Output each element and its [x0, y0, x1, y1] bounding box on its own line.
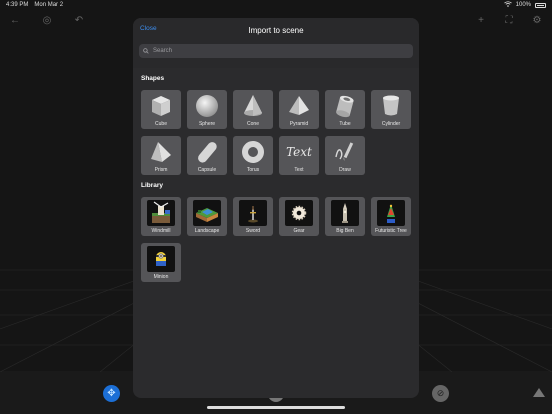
shape-tile-prism[interactable]: Prism	[141, 136, 181, 175]
slash-icon: ⊘	[436, 388, 445, 398]
tile-label: Landscape	[194, 228, 220, 234]
library-tile-futuristic-tree[interactable]: Futuristic Tree	[371, 197, 411, 236]
tile-label: Cylinder	[381, 121, 401, 127]
shape-tile-draw[interactable]: Draw	[325, 136, 365, 175]
text-icon: Text	[279, 136, 319, 167]
shape-tile-sphere[interactable]: Sphere	[187, 90, 227, 129]
modal-header: Close Import to scene Search	[133, 18, 419, 68]
add-icon[interactable]: +	[474, 13, 488, 27]
library-tile-gear[interactable]: Gear	[279, 197, 319, 236]
cube-icon	[141, 90, 181, 121]
shape-tile-torus[interactable]: Torus	[233, 136, 273, 175]
library-tile-landscape[interactable]: Landscape	[187, 197, 227, 236]
library-tile-windmill[interactable]: Windmill	[141, 197, 181, 236]
battery-percent: 100%	[515, 2, 531, 8]
search-placeholder: Search	[153, 48, 173, 54]
library-tile-minion[interactable]: Minion	[141, 243, 181, 282]
status-bar: 4:39 PM Mon Mar 2 100%	[0, 0, 552, 10]
tile-label: Torus	[246, 167, 260, 173]
play-up-icon[interactable]	[533, 388, 545, 397]
target-icon[interactable]: ◎	[40, 13, 54, 27]
tile-label: Prism	[154, 167, 168, 173]
tile-label: Pyramid	[289, 121, 309, 127]
search-icon	[143, 48, 149, 54]
text-art: Text	[286, 144, 312, 159]
battery-icon	[535, 2, 546, 8]
tile-label: Text	[294, 167, 304, 173]
prism-icon	[141, 136, 181, 167]
disable-button[interactable]: ⊘	[432, 385, 449, 402]
torus-icon	[233, 136, 273, 167]
back-arrow-icon[interactable]: ←	[8, 13, 22, 27]
shape-tile-text[interactable]: Text Text	[279, 136, 319, 175]
minion-icon	[147, 245, 175, 272]
shape-tile-pyramid[interactable]: Pyramid	[279, 90, 319, 129]
tile-label: Windmill	[151, 228, 171, 234]
cylinder-icon	[371, 90, 411, 121]
tile-label: Cube	[155, 121, 167, 127]
shape-tile-cylinder[interactable]: Cylinder	[371, 90, 411, 129]
draw-icon	[325, 136, 365, 167]
shapes-section-title: Shapes	[141, 75, 165, 82]
tile-label: Draw	[339, 167, 351, 173]
tile-label: Gear	[293, 228, 305, 234]
futuristic-tree-icon	[377, 199, 405, 226]
ar-frame-icon[interactable]: ⛶	[502, 13, 516, 27]
pyramid-icon	[279, 90, 319, 121]
move-tool-button[interactable]: ✥	[103, 385, 120, 402]
library-tile-sword[interactable]: Sword	[233, 197, 273, 236]
tile-label: Big Ben	[336, 228, 354, 234]
sphere-icon	[187, 90, 227, 121]
move-icon: ✥	[107, 388, 116, 399]
home-indicator	[207, 406, 345, 409]
tube-icon	[325, 90, 365, 121]
library-section-title: Library	[141, 182, 164, 189]
library-tile-big-ben[interactable]: Big Ben	[325, 197, 365, 236]
capsule-icon	[187, 136, 227, 167]
shape-tile-capsule[interactable]: Capsule	[187, 136, 227, 175]
modal-title: Import to scene	[248, 26, 304, 35]
shape-tile-cone[interactable]: Cone	[233, 90, 273, 129]
windmill-icon	[147, 199, 175, 226]
shape-tile-cube[interactable]: Cube	[141, 90, 181, 129]
gear-icon	[285, 199, 313, 226]
status-time: 4:39 PM	[6, 2, 29, 8]
settings-icon[interactable]: ⚙	[530, 13, 544, 27]
tile-label: Tube	[339, 121, 351, 127]
status-date: Mon Mar 2	[34, 2, 64, 8]
tile-label: Sword	[245, 228, 261, 234]
big-ben-icon	[331, 199, 359, 226]
tile-label: Futuristic Tree	[375, 228, 407, 234]
landscape-icon	[193, 199, 221, 226]
tile-label: Cone	[247, 121, 259, 127]
wifi-icon	[503, 1, 512, 9]
tile-label: Minion	[153, 274, 169, 280]
undo-icon[interactable]: ↶	[72, 13, 86, 27]
tile-label: Capsule	[197, 167, 217, 173]
tile-label: Sphere	[198, 121, 216, 127]
cone-icon	[233, 90, 273, 121]
sword-icon	[239, 199, 267, 226]
shape-tile-tube[interactable]: Tube	[325, 90, 365, 129]
import-modal: Close Import to scene Search Shapes Cube…	[133, 18, 419, 398]
search-input[interactable]: Search	[139, 44, 413, 58]
